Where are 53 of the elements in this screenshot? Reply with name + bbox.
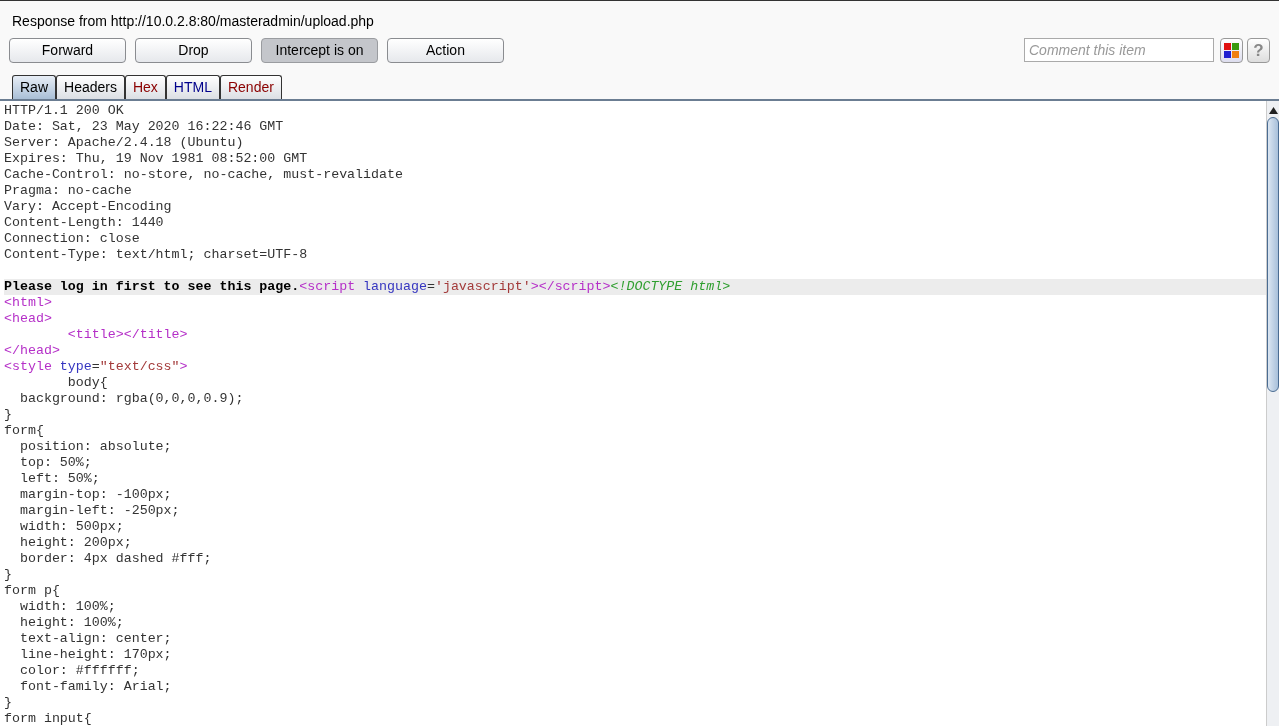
code-line: <style type="text/css"> (4, 359, 189, 375)
code-line: Content-Length: 1440 (4, 215, 165, 231)
code-line: left: 50%; (18, 471, 101, 487)
code-line: } (4, 407, 13, 423)
code-line: Content-Type: text/html; charset=UTF-8 (4, 247, 309, 263)
scroll-up-icon (1268, 107, 1278, 114)
toolbar-button[interactable]: Drop (135, 37, 252, 63)
code-line: top: 50%; (18, 455, 93, 471)
code-line: Expires: Thu, 19 Nov 1981 08:52:00 GMT (4, 151, 309, 167)
code-line: color: #ffffff; (18, 663, 141, 679)
code-line: HTTP/1.1 200 OK (4, 103, 125, 119)
code-line: Vary: Accept-Encoding (4, 199, 173, 215)
code-line: <head> (4, 311, 53, 327)
toolbar-button[interactable]: Action (387, 37, 504, 63)
code-line: body{ (66, 375, 109, 391)
code-line: margin-left: -250px; (18, 503, 181, 519)
code-line: width: 500px; (18, 519, 125, 535)
view-tab[interactable]: HTML (165, 75, 220, 99)
toolbar-button[interactable]: Intercept is on (261, 37, 378, 63)
code-line: font-family: Arial; (18, 679, 173, 695)
code-line: position: absolute; (18, 439, 173, 455)
window-title: Response from http://10.0.2.8:80/masteradmin/upload.php (11, 12, 375, 31)
color-squares-icon (1224, 42, 1239, 58)
code-line: background: rgba(0,0,0,0.9); (18, 391, 245, 407)
code-line: height: 200px; (18, 535, 133, 551)
view-tab[interactable]: Raw (12, 75, 56, 99)
code-line: form p{ (4, 583, 61, 599)
view-tab[interactable]: Hex (124, 75, 166, 99)
code-line: Connection: close (4, 231, 141, 247)
code-line: Date: Sat, 23 May 2020 16:22:46 GMT (4, 119, 285, 135)
code-line: } (4, 695, 13, 711)
code-line: line-height: 170px; (18, 647, 173, 663)
scrollbar-thumb[interactable] (1267, 117, 1279, 392)
code-line: margin-top: -100px; (18, 487, 173, 503)
code-line: <title></title> (66, 327, 189, 343)
code-line: form input{ (4, 711, 93, 726)
code-line: } (4, 567, 13, 583)
view-tab[interactable]: Headers (56, 75, 125, 99)
code-line: Server: Apache/2.4.18 (Ubuntu) (4, 135, 245, 151)
view-tab[interactable]: Render (219, 75, 282, 99)
toolbar-button[interactable]: Forward (9, 37, 126, 63)
code-line: Cache-Control: no-store, no-cache, must-revalidate (4, 167, 404, 183)
code-line: <html> (4, 295, 53, 311)
code-line: </head> (4, 343, 61, 359)
code-line: border: 4px dashed #fff; (18, 551, 213, 567)
code-line: form{ (4, 423, 45, 439)
code-line: text-align: center; (18, 631, 173, 647)
scrollbar[interactable] (1266, 101, 1279, 726)
code-line: width: 100%; (18, 599, 117, 615)
comment-field[interactable]: Comment this item (1024, 38, 1214, 62)
highlight-color-button[interactable] (1220, 37, 1243, 63)
code-line: Pragma: no-cache (4, 183, 133, 199)
code-line: height: 100%; (18, 615, 125, 631)
